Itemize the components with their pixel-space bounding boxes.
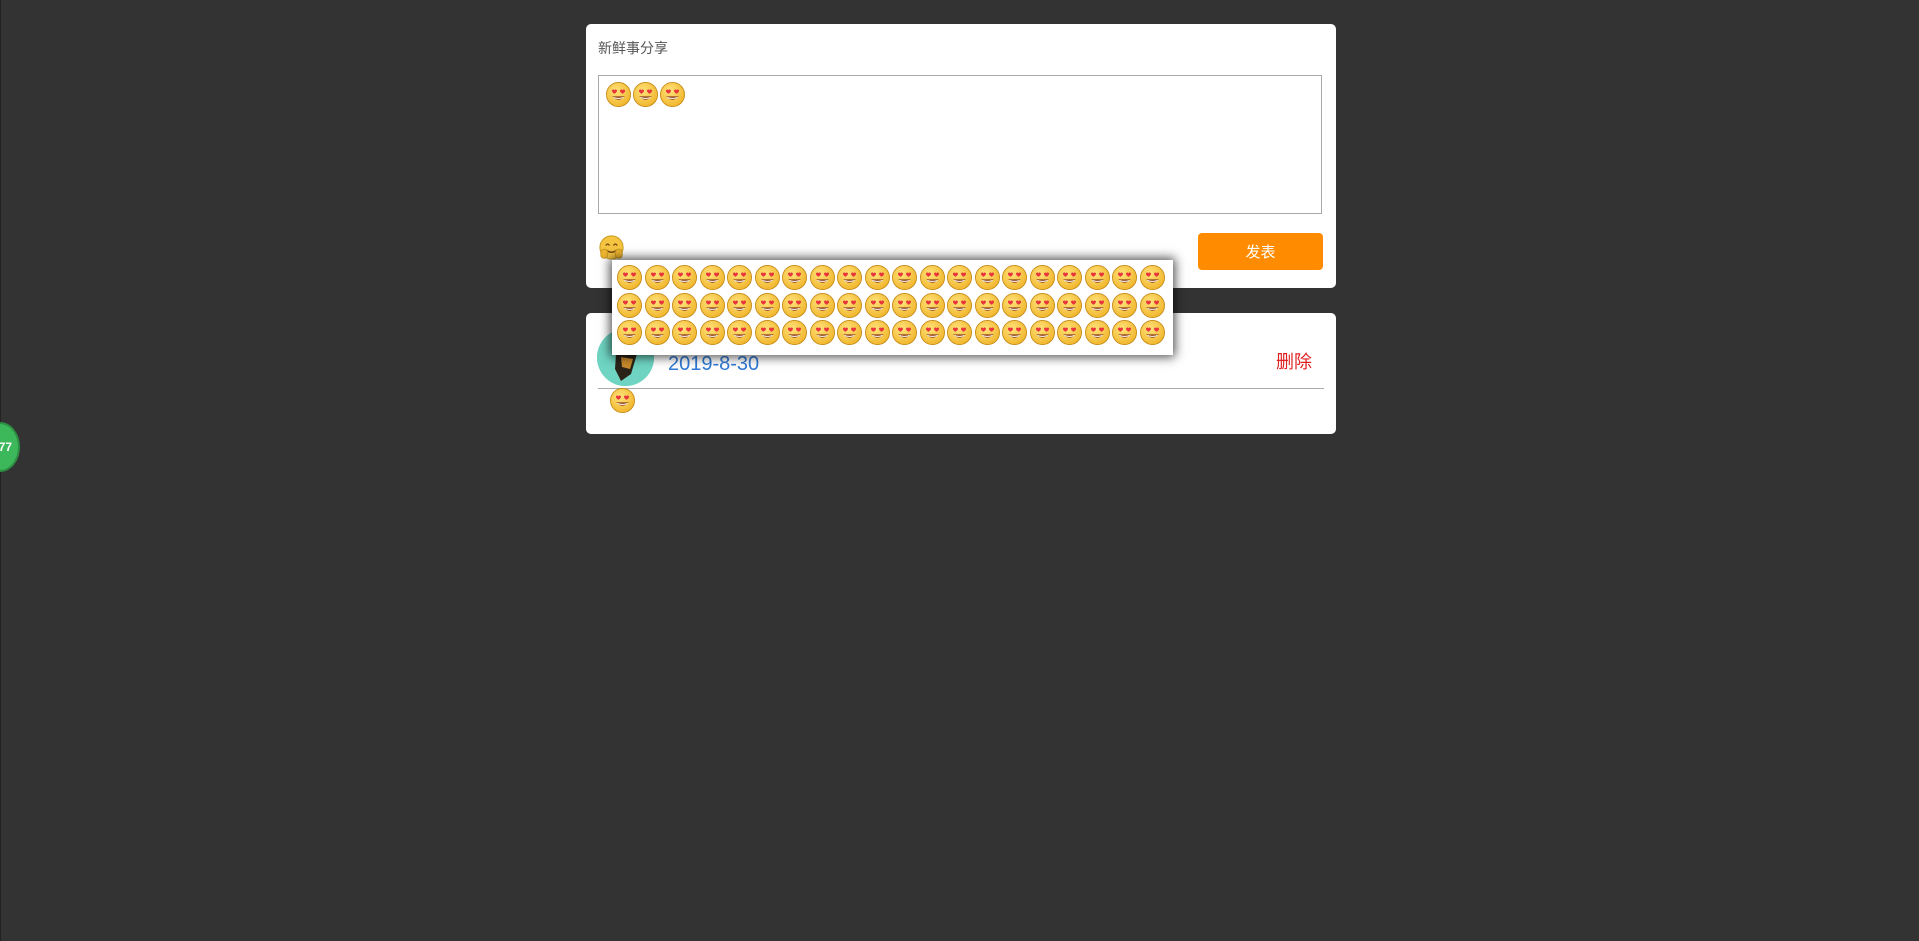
heart-eyes-emoji-icon[interactable] xyxy=(1111,292,1138,319)
emoji-picker-grid xyxy=(616,264,1169,347)
heart-eyes-emoji-icon[interactable] xyxy=(754,292,781,319)
emoji-picker-toggle-icon[interactable] xyxy=(597,232,626,261)
compose-title: 新鲜事分享 xyxy=(598,40,668,56)
heart-eyes-emoji-icon[interactable] xyxy=(671,292,698,319)
heart-eyes-emoji-icon xyxy=(605,81,632,108)
post-content xyxy=(609,387,636,419)
heart-eyes-emoji-icon[interactable] xyxy=(919,264,946,291)
heart-eyes-emoji-icon[interactable] xyxy=(919,292,946,319)
heart-eyes-emoji-icon[interactable] xyxy=(946,319,973,346)
heart-eyes-emoji-icon[interactable] xyxy=(1084,292,1111,319)
heart-eyes-emoji-icon[interactable] xyxy=(616,292,643,319)
emoji-picker-popup xyxy=(612,260,1173,355)
heart-eyes-emoji-icon[interactable] xyxy=(1139,292,1166,319)
heart-eyes-emoji-icon[interactable] xyxy=(1001,292,1028,319)
heart-eyes-emoji-icon[interactable] xyxy=(781,264,808,291)
heart-eyes-emoji-icon[interactable] xyxy=(1111,264,1138,291)
heart-eyes-emoji-icon[interactable] xyxy=(974,292,1001,319)
heart-eyes-emoji-icon[interactable] xyxy=(781,319,808,346)
heart-eyes-emoji-icon[interactable] xyxy=(809,264,836,291)
heart-eyes-emoji-icon[interactable] xyxy=(864,264,891,291)
heart-eyes-emoji-icon[interactable] xyxy=(726,292,753,319)
heart-eyes-emoji-icon[interactable] xyxy=(699,319,726,346)
heart-eyes-emoji-icon[interactable] xyxy=(891,264,918,291)
heart-eyes-emoji-icon[interactable] xyxy=(836,319,863,346)
heart-eyes-emoji-icon[interactable] xyxy=(1056,319,1083,346)
heart-eyes-emoji-icon[interactable] xyxy=(1111,319,1138,346)
divider xyxy=(598,388,1324,389)
heart-eyes-emoji-icon[interactable] xyxy=(1139,319,1166,346)
heart-eyes-emoji-icon[interactable] xyxy=(836,264,863,291)
heart-eyes-emoji-icon xyxy=(659,81,686,108)
heart-eyes-emoji-icon[interactable] xyxy=(1084,264,1111,291)
heart-eyes-emoji-icon xyxy=(632,81,659,108)
heart-eyes-emoji-icon[interactable] xyxy=(891,319,918,346)
heart-eyes-emoji-icon[interactable] xyxy=(1139,264,1166,291)
heart-eyes-emoji-icon[interactable] xyxy=(644,264,671,291)
delete-post-link[interactable]: 删除 xyxy=(1276,348,1312,374)
heart-eyes-emoji-icon[interactable] xyxy=(891,292,918,319)
heart-eyes-emoji-icon[interactable] xyxy=(699,264,726,291)
heart-eyes-emoji-icon[interactable] xyxy=(974,319,1001,346)
heart-eyes-emoji-icon[interactable] xyxy=(644,319,671,346)
floating-counter-badge[interactable]: 77 xyxy=(0,422,20,472)
heart-eyes-emoji-icon[interactable] xyxy=(1056,264,1083,291)
heart-eyes-emoji-icon[interactable] xyxy=(864,319,891,346)
heart-eyes-emoji-icon[interactable] xyxy=(1056,292,1083,319)
heart-eyes-emoji-icon[interactable] xyxy=(836,292,863,319)
heart-eyes-emoji-icon xyxy=(609,387,636,414)
heart-eyes-emoji-icon[interactable] xyxy=(726,264,753,291)
heart-eyes-emoji-icon[interactable] xyxy=(946,264,973,291)
heart-eyes-emoji-icon[interactable] xyxy=(726,319,753,346)
submit-post-button[interactable]: 发表 xyxy=(1198,233,1323,270)
heart-eyes-emoji-icon[interactable] xyxy=(919,319,946,346)
heart-eyes-emoji-icon[interactable] xyxy=(974,264,1001,291)
heart-eyes-emoji-icon[interactable] xyxy=(864,292,891,319)
heart-eyes-emoji-icon[interactable] xyxy=(809,292,836,319)
heart-eyes-emoji-icon[interactable] xyxy=(1001,319,1028,346)
heart-eyes-emoji-icon[interactable] xyxy=(1029,292,1056,319)
heart-eyes-emoji-icon[interactable] xyxy=(671,264,698,291)
compose-textarea[interactable] xyxy=(598,75,1322,214)
heart-eyes-emoji-icon[interactable] xyxy=(644,292,671,319)
heart-eyes-emoji-icon[interactable] xyxy=(616,264,643,291)
compose-card: 新鲜事分享 发表 xyxy=(586,24,1336,288)
heart-eyes-emoji-icon[interactable] xyxy=(946,292,973,319)
heart-eyes-emoji-icon[interactable] xyxy=(671,319,698,346)
heart-eyes-emoji-icon[interactable] xyxy=(754,319,781,346)
heart-eyes-emoji-icon[interactable] xyxy=(1001,264,1028,291)
heart-eyes-emoji-icon[interactable] xyxy=(1029,264,1056,291)
heart-eyes-emoji-icon[interactable] xyxy=(699,292,726,319)
textarea-emoji-content xyxy=(605,81,686,108)
heart-eyes-emoji-icon[interactable] xyxy=(1084,319,1111,346)
heart-eyes-emoji-icon[interactable] xyxy=(1029,319,1056,346)
heart-eyes-emoji-icon[interactable] xyxy=(781,292,808,319)
post-date[interactable]: 2019-8-30 xyxy=(668,353,759,376)
heart-eyes-emoji-icon[interactable] xyxy=(754,264,781,291)
heart-eyes-emoji-icon[interactable] xyxy=(616,319,643,346)
heart-eyes-emoji-icon[interactable] xyxy=(809,319,836,346)
